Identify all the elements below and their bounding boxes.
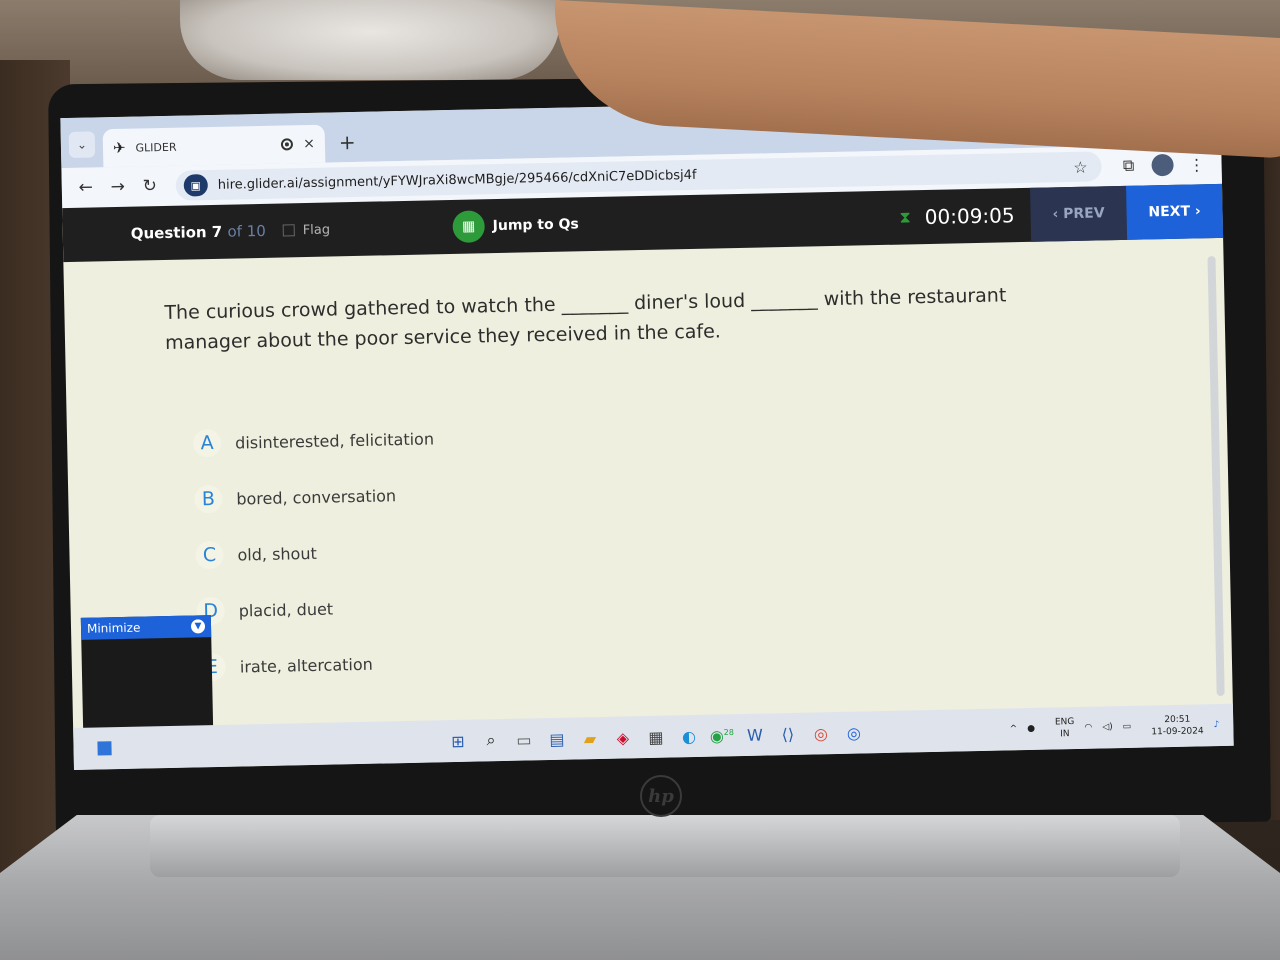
option-text: bored, conversation: [236, 485, 397, 509]
glider-favicon-icon: ✈: [112, 138, 126, 158]
browser-tab[interactable]: ✈ GLIDER ×: [102, 124, 326, 168]
answer-options: A disinterested, felicitation B bored, c…: [192, 395, 1163, 695]
taskbar-apps: ⊞ ⌕ ▭ ▤ ▰ ◈ ▦ ◐ ◉28 W ⟨⟩ ◎ ◎: [441, 722, 870, 751]
word-icon[interactable]: W: [738, 725, 771, 745]
hourglass-icon: ⧗: [899, 207, 911, 227]
battery-icon[interactable]: ▭: [1123, 722, 1132, 732]
system-tray: ^ ● ENG IN ◠ ◁) ▭ 20:51 11-09-2024 ♪: [999, 713, 1233, 742]
question-content: The curious crowd gathered to watch the …: [63, 238, 1232, 720]
chevron-up-icon[interactable]: ^: [1010, 724, 1018, 734]
chevron-down-icon: ▼: [190, 619, 206, 634]
background-cup: [180, 0, 560, 80]
option-letter: C: [195, 540, 224, 570]
question-counter: Question 7 of 10: [63, 222, 283, 245]
notification-bell-icon[interactable]: ♪: [1213, 720, 1219, 730]
prev-button[interactable]: ‹ PREV: [1030, 185, 1128, 242]
whatsapp-badge: 28: [723, 727, 735, 737]
bookmark-star-icon[interactable]: ☆: [1073, 157, 1094, 176]
next-label: NEXT: [1148, 203, 1191, 221]
forward-arrow-icon[interactable]: →: [102, 177, 134, 198]
search-icon[interactable]: ⌕: [474, 730, 507, 751]
question-number: Question 7: [130, 222, 223, 243]
camera-icon: ▣: [183, 174, 209, 197]
flag-box: [282, 224, 295, 237]
language-indicator[interactable]: ENG IN: [1045, 716, 1075, 741]
back-arrow-icon[interactable]: ←: [70, 177, 102, 198]
windows-start-icon[interactable]: ⊞: [441, 731, 474, 751]
laptop-screen: ⌄ ✈ GLIDER × + ← → ↻ ▣ hire.glider.ai/as…: [60, 93, 1234, 770]
reload-icon[interactable]: ↻: [134, 176, 166, 197]
chevron-left-icon: ‹: [1052, 206, 1064, 223]
notepad-icon[interactable]: ▤: [540, 729, 573, 749]
extensions-icon[interactable]: ⧉: [1111, 155, 1145, 176]
wifi-icon[interactable]: ◠: [1084, 723, 1092, 733]
task-view-icon[interactable]: ▭: [507, 730, 540, 750]
question-text: The curious crowd gathered to watch the …: [164, 284, 1007, 354]
recording-icon: [281, 138, 294, 151]
volume-icon[interactable]: ◁): [1102, 722, 1113, 732]
url-text: hire.glider.ai/assignment/yFYWJraXi8wcMB…: [217, 167, 697, 193]
chrome-icon[interactable]: ◎: [804, 724, 837, 744]
option-text: placid, duet: [238, 599, 334, 621]
widgets-icon[interactable]: [97, 741, 112, 756]
chrome-active-icon[interactable]: ◎: [837, 723, 870, 743]
minimize-button[interactable]: Minimize ▼: [80, 615, 212, 640]
flag-checkbox[interactable]: Flag: [282, 219, 453, 238]
whatsapp-icon[interactable]: ◉28: [705, 726, 738, 746]
clock-date: 11-09-2024: [1151, 726, 1204, 738]
jump-label: Jump to Qs: [492, 216, 579, 235]
option-text: disinterested, felicitation: [234, 428, 435, 453]
tab-title: GLIDER: [135, 140, 177, 155]
timer: ⧗ 00:09:05: [899, 203, 1031, 230]
store-icon[interactable]: ▦: [639, 727, 672, 747]
more-menu-icon[interactable]: ⋮: [1179, 155, 1213, 175]
option-letter: B: [194, 484, 223, 514]
prev-label: PREV: [1063, 205, 1105, 223]
flag-label: Flag: [302, 222, 331, 238]
hp-logo: hp: [640, 775, 682, 817]
lang-bottom: IN: [1060, 729, 1070, 740]
mic-icon: ●: [1027, 723, 1036, 735]
grid-icon: ▦: [452, 210, 486, 243]
mcafee-icon[interactable]: ◈: [606, 728, 639, 748]
next-button[interactable]: NEXT ›: [1125, 183, 1224, 240]
minimize-label: Minimize: [86, 620, 141, 636]
jump-to-questions-button[interactable]: ▦ Jump to Qs: [452, 208, 579, 243]
question-total: of 10: [227, 221, 267, 241]
clock[interactable]: 20:51 11-09-2024: [1141, 713, 1204, 738]
edge-icon[interactable]: ◐: [672, 726, 705, 746]
timer-value: 00:09:05: [924, 203, 1015, 230]
laptop-hinge: [150, 815, 1180, 877]
tab-close-icon[interactable]: ×: [303, 136, 315, 152]
clock-time: 20:51: [1164, 714, 1191, 726]
proctor-panel: Minimize ▼: [80, 615, 214, 738]
tab-search-button[interactable]: ⌄: [68, 131, 96, 158]
vscode-icon[interactable]: ⟨⟩: [771, 724, 804, 744]
page-scrollbar[interactable]: [1207, 255, 1225, 697]
option-text: irate, altercation: [239, 654, 374, 677]
new-tab-button[interactable]: +: [339, 130, 356, 154]
option-text: old, shout: [237, 543, 317, 565]
lang-top: ENG: [1054, 717, 1075, 728]
profile-avatar[interactable]: [1151, 153, 1174, 177]
option-letter: A: [192, 428, 222, 458]
file-explorer-icon[interactable]: ▰: [573, 728, 606, 748]
chevron-right-icon: ›: [1189, 203, 1201, 220]
